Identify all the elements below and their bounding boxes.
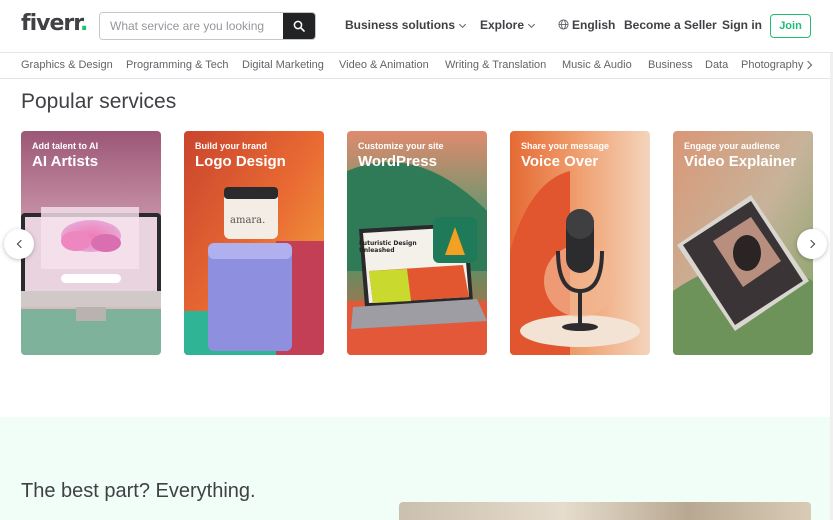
top-navigation: fiverr. Business solutions Explore Engli… xyxy=(0,0,833,53)
category-photography[interactable]: Photography xyxy=(741,59,803,71)
card-title: WordPress xyxy=(358,153,437,170)
sign-in-link[interactable]: Sign in xyxy=(722,18,762,32)
business-solutions-menu[interactable]: Business solutions xyxy=(345,18,467,32)
card-title: Video Explainer xyxy=(684,153,797,170)
category-writing-translation[interactable]: Writing & Translation xyxy=(445,59,546,71)
svg-text:Futuristic Design: Futuristic Design xyxy=(359,240,417,247)
service-card-logo-design[interactable]: amara. Build your brand Logo Design xyxy=(184,131,324,355)
logo-text: fiverr xyxy=(21,11,81,36)
card-title: Logo Design xyxy=(195,153,286,170)
category-digital-marketing[interactable]: Digital Marketing xyxy=(242,59,324,71)
search-icon xyxy=(293,20,305,32)
popular-services-title: Popular services xyxy=(21,90,177,113)
card-subtitle: Add talent to AI xyxy=(32,141,99,151)
card-subtitle: Engage your audience xyxy=(684,141,781,151)
jar-label: amara. xyxy=(230,215,265,226)
card-subtitle: Build your brand xyxy=(195,141,267,151)
category-graphics-design[interactable]: Graphics & Design xyxy=(21,59,113,71)
best-part-video-thumbnail[interactable] xyxy=(399,502,811,520)
join-button[interactable]: Join xyxy=(770,14,811,38)
card-subtitle: Share your message xyxy=(521,141,610,151)
search-button[interactable] xyxy=(283,13,315,39)
card-title: Voice Over xyxy=(521,153,599,170)
chevron-right-icon[interactable] xyxy=(803,60,813,70)
svg-text:Unleashed: Unleashed xyxy=(359,247,395,254)
chevron-down-icon xyxy=(527,20,536,29)
carousel-next-button[interactable] xyxy=(797,229,827,259)
best-part-title: The best part? Everything. xyxy=(21,480,256,502)
category-video-animation[interactable]: Video & Animation xyxy=(339,59,429,71)
category-menu: Graphics & Design Programming & Tech Dig… xyxy=(0,53,833,79)
logo-dot: . xyxy=(79,11,88,36)
fiverr-logo[interactable]: fiverr. xyxy=(21,11,88,36)
business-solutions-label: Business solutions xyxy=(345,18,456,32)
globe-icon xyxy=(558,19,569,30)
carousel-prev-button[interactable] xyxy=(4,229,34,259)
category-data[interactable]: Data xyxy=(705,59,728,71)
category-programming-tech[interactable]: Programming & Tech xyxy=(126,59,229,71)
category-music-audio[interactable]: Music & Audio xyxy=(562,59,632,71)
chevron-right-icon xyxy=(806,239,815,249)
card-subtitle: Customize your site xyxy=(358,141,444,151)
chevron-down-icon xyxy=(458,20,467,29)
search-input[interactable] xyxy=(100,13,284,39)
become-seller-link[interactable]: Become a Seller xyxy=(624,18,717,32)
service-card-ai-artists[interactable]: Add talent to AI AI Artists xyxy=(21,131,161,355)
category-business[interactable]: Business xyxy=(648,59,693,71)
service-card-video-explainer[interactable]: Engage your audience Video Explainer xyxy=(673,131,813,355)
language-selector[interactable]: English xyxy=(558,18,615,32)
service-card-voice-over[interactable]: Share your message Voice Over xyxy=(510,131,650,355)
search-bar xyxy=(99,12,316,40)
explore-menu[interactable]: Explore xyxy=(480,18,536,32)
card-title: AI Artists xyxy=(32,153,99,170)
chevron-left-icon xyxy=(16,239,25,249)
explore-label: Explore xyxy=(480,18,525,32)
service-card-wordpress[interactable]: Futuristic Design Unleashed Customize yo… xyxy=(347,131,487,355)
language-label: English xyxy=(572,18,616,32)
